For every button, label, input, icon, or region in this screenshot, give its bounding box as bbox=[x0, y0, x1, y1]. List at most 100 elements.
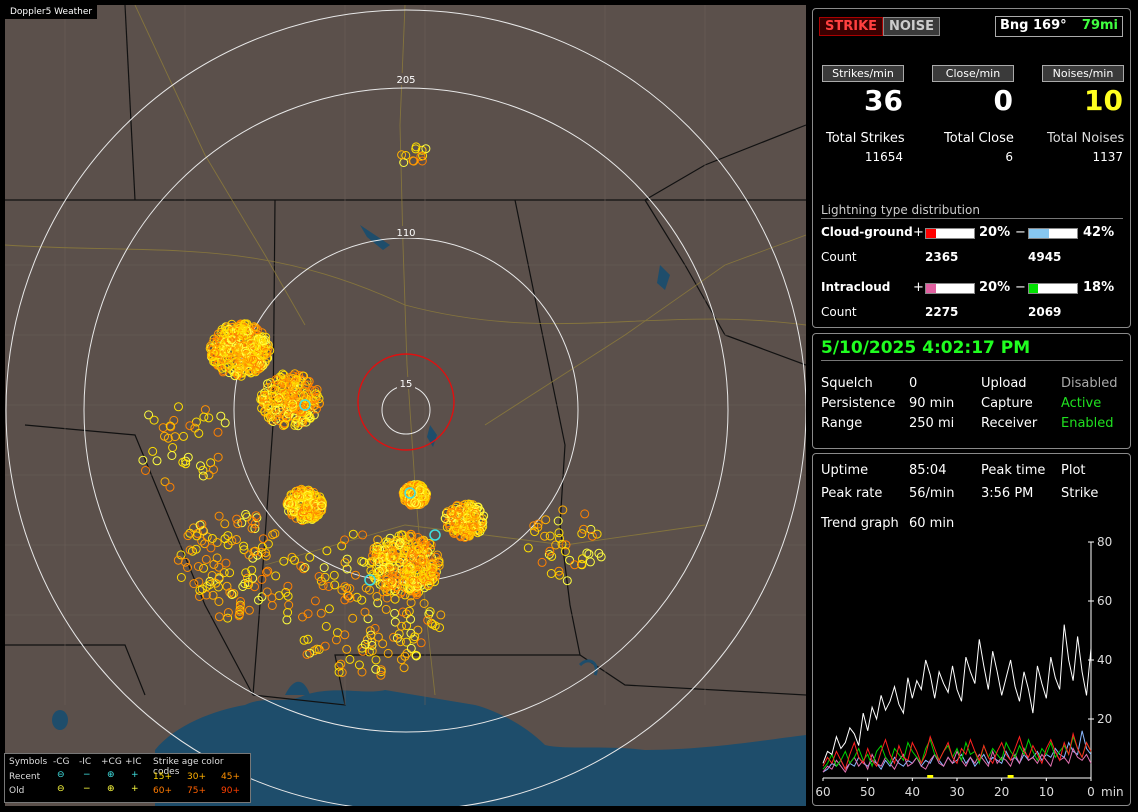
strike-marker bbox=[371, 655, 381, 665]
strike-marker bbox=[279, 556, 289, 566]
strike-marker bbox=[214, 612, 224, 622]
legend-row-recent: Recent bbox=[9, 772, 41, 782]
strike-marker bbox=[199, 563, 209, 573]
ic-count-label: Count bbox=[821, 305, 857, 319]
ic-positive-bar bbox=[925, 283, 975, 294]
close-per-min-button[interactable]: Close/min bbox=[932, 65, 1014, 82]
lake bbox=[52, 710, 68, 730]
upload-label: Upload bbox=[981, 376, 1027, 391]
strike-marker bbox=[367, 646, 377, 656]
map-legend: Symbols -CG -IC +CG +IC Strike age color… bbox=[4, 753, 251, 803]
strikes-per-min-button[interactable]: Strikes/min bbox=[822, 65, 904, 82]
strike-marker bbox=[221, 558, 231, 568]
trend-marker bbox=[927, 775, 934, 778]
lake bbox=[657, 265, 670, 290]
window-title: Doppler5 Weather bbox=[5, 5, 98, 19]
persistence-label: Persistence bbox=[821, 396, 896, 411]
y-tick-label: 60 bbox=[1097, 594, 1112, 608]
bearing-value: Bng 169° bbox=[1000, 18, 1067, 33]
plot-value[interactable]: Strike bbox=[1061, 486, 1098, 501]
trend-series-line bbox=[822, 735, 1092, 770]
peak-rate-label: Peak rate bbox=[821, 486, 883, 501]
ic-plus-icon: + bbox=[913, 280, 924, 295]
map-canvas[interactable]: 205 110 15 bbox=[5, 5, 806, 806]
strike-marker bbox=[267, 601, 277, 610]
strike-marker bbox=[354, 660, 364, 670]
strike-marker bbox=[546, 569, 556, 578]
strike-marker bbox=[284, 600, 294, 610]
ic-negative-pct: 18% bbox=[1083, 280, 1115, 295]
lightning-map[interactable]: 205 110 15 Doppler5 Weather bbox=[5, 5, 806, 806]
strike-marker bbox=[348, 613, 358, 623]
strike-marker bbox=[174, 402, 183, 412]
strike-marker bbox=[168, 443, 178, 452]
age-code-90: 90+ bbox=[221, 786, 240, 796]
cg-positive-count: 2365 bbox=[925, 250, 959, 264]
strike-marker bbox=[225, 568, 235, 578]
age-code-45: 45+ bbox=[221, 772, 240, 782]
cg-count-label: Count bbox=[821, 250, 857, 264]
strike-marker bbox=[200, 405, 210, 415]
strike-marker bbox=[178, 457, 188, 467]
strike-marker bbox=[149, 415, 159, 425]
strike-marker bbox=[204, 413, 214, 423]
strike-marker bbox=[580, 509, 590, 519]
strike-indicator[interactable]: STRIKE bbox=[819, 17, 884, 36]
divider bbox=[821, 218, 1123, 219]
strike-marker bbox=[214, 562, 224, 572]
strike-marker bbox=[416, 638, 426, 648]
ic-minus-icon: − bbox=[1015, 280, 1026, 295]
strike-marker bbox=[565, 555, 575, 565]
strike-marker bbox=[558, 505, 568, 515]
upload-value[interactable]: Disabled bbox=[1061, 376, 1117, 391]
strike-marker bbox=[540, 531, 550, 541]
range-value[interactable]: 250 mi bbox=[909, 416, 954, 431]
strike-marker bbox=[148, 446, 158, 456]
squelch-value[interactable]: 0 bbox=[909, 376, 917, 391]
close-per-min-value: 0 bbox=[993, 84, 1013, 117]
strike-marker bbox=[322, 546, 332, 556]
strike-marker bbox=[357, 595, 367, 605]
strike-marker bbox=[345, 654, 355, 664]
cg-label: Cloud-ground bbox=[821, 225, 913, 239]
total-close-label: Total Close bbox=[944, 131, 1014, 146]
close-strike-ring bbox=[357, 353, 455, 451]
y-tick-label: 20 bbox=[1097, 712, 1112, 726]
strike-marker bbox=[547, 551, 557, 561]
strike-marker bbox=[213, 452, 223, 462]
distribution-title: Lightning type distribution bbox=[821, 203, 980, 217]
strike-marker bbox=[214, 511, 224, 521]
strike-marker bbox=[176, 573, 186, 582]
distance-value: 79mi bbox=[1081, 18, 1118, 33]
capture-label: Capture bbox=[981, 396, 1033, 411]
age-code-30: 30+ bbox=[187, 772, 206, 782]
strike-marker bbox=[254, 595, 263, 605]
ic-negative-count: 2069 bbox=[1028, 305, 1062, 319]
cg-plus-icon: + bbox=[913, 225, 924, 240]
strike-marker bbox=[198, 471, 208, 481]
persistence-value[interactable]: 90 min bbox=[909, 396, 954, 411]
range-rings bbox=[5, 9, 806, 806]
strike-marker bbox=[331, 635, 341, 645]
plot-label: Plot bbox=[1061, 463, 1086, 478]
uptime-value: 85:04 bbox=[909, 463, 947, 478]
neg-ic-old-icon: − bbox=[83, 784, 91, 794]
noises-per-min-button[interactable]: Noises/min bbox=[1042, 65, 1124, 82]
strike-marker bbox=[310, 596, 320, 606]
strike-marker bbox=[244, 605, 254, 615]
squelch-label: Squelch bbox=[821, 376, 873, 391]
noise-indicator[interactable]: NOISE bbox=[883, 17, 941, 36]
strike-marker bbox=[381, 604, 391, 614]
neg-cg-recent-icon: ⊖ bbox=[57, 770, 65, 780]
capture-value[interactable]: Active bbox=[1061, 396, 1101, 411]
state-borders bbox=[5, 5, 806, 706]
legend-col-pos-ic: +IC bbox=[125, 757, 142, 767]
cg-negative-count: 4945 bbox=[1028, 250, 1062, 264]
strike-marker bbox=[373, 632, 383, 642]
receiver-value[interactable]: Enabled bbox=[1061, 416, 1114, 431]
strike-marker bbox=[214, 597, 224, 606]
pos-cg-old-icon: ⊕ bbox=[107, 784, 115, 794]
legend-row-old: Old bbox=[9, 786, 25, 796]
strike-marker bbox=[194, 428, 204, 438]
trend-value[interactable]: 60 min bbox=[909, 516, 954, 531]
